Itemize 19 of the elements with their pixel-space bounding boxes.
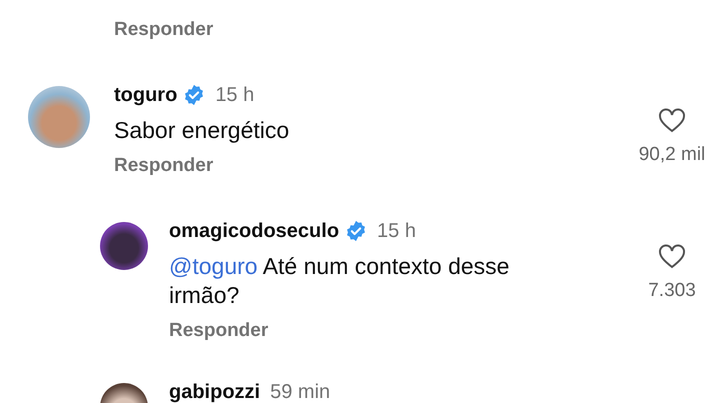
comment-text: Sabor energético [114, 116, 290, 145]
comment-time: 59 min [270, 380, 330, 403]
like-button[interactable] [658, 244, 686, 270]
comment-time: 15 h [215, 84, 254, 106]
like-count: 90,2 mil [638, 143, 706, 167]
comment-time: 15 h [377, 220, 416, 242]
verified-badge-icon [345, 220, 368, 242]
like-count: 7.303 [648, 279, 696, 303]
verified-badge-icon [183, 84, 206, 106]
username[interactable]: omagicodoseculo [169, 220, 340, 242]
comment-text: @toguro Até num contexto desse irmão? [169, 252, 510, 310]
username[interactable]: gabipozzi [169, 380, 260, 403]
like-button[interactable] [658, 108, 686, 134]
reply-link[interactable]: Responder [169, 319, 268, 343]
mention-link[interactable]: @toguro [169, 253, 258, 279]
avatar[interactable] [100, 222, 148, 270]
reply-link[interactable]: Responder [114, 18, 214, 42]
reply-link[interactable]: Responder [114, 154, 214, 178]
username[interactable]: toguro [114, 84, 178, 106]
